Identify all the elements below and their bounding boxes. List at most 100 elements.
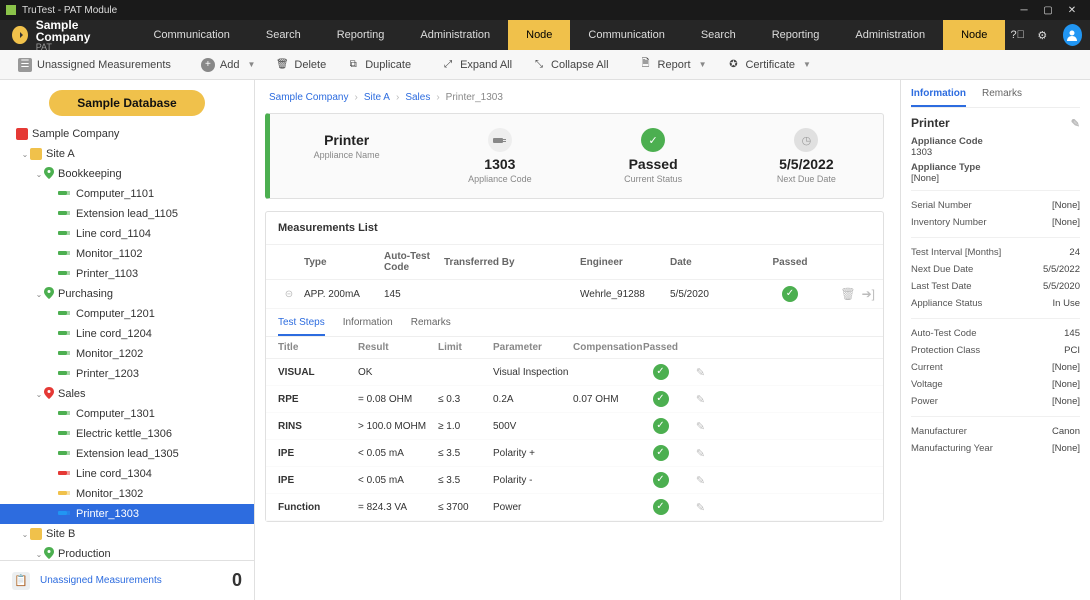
user-avatar[interactable]	[1063, 24, 1082, 46]
tree-item[interactable]: Printer_1203	[0, 364, 254, 384]
nav-communication[interactable]: Communication	[570, 20, 682, 50]
close-button[interactable]: ✕	[1060, 5, 1084, 16]
top-nav: Sample Company PAT CommunicationSearchRe…	[0, 20, 1090, 50]
tree-item[interactable]: Printer_1103	[0, 264, 254, 284]
tree-item[interactable]: Line cord_1304	[0, 464, 254, 484]
chevron-down-icon[interactable]: ⌄	[34, 550, 44, 559]
tree-item[interactable]: ⌄Site A	[0, 144, 254, 164]
tree-item[interactable]: Electric kettle_1306	[0, 424, 254, 444]
unassigned-measurements-button[interactable]: ☰Unassigned Measurements	[8, 50, 181, 79]
duplicate-button[interactable]: ⧉Duplicate	[336, 50, 421, 79]
due-date: 5/5/2022	[730, 156, 883, 172]
info-tab-information[interactable]: Information	[911, 88, 966, 107]
settings-icon[interactable]: ⚙	[1030, 20, 1055, 50]
subtab-information[interactable]: Information	[343, 317, 393, 336]
report-icon: 🗎	[639, 58, 653, 72]
clock-icon: ◷	[794, 128, 818, 152]
tree-item[interactable]: Sample Company	[0, 124, 254, 144]
nav-communication[interactable]: Communication	[135, 20, 247, 50]
chevron-down-icon[interactable]: ⌄	[34, 390, 44, 399]
measurements-header-row: Type Auto-Test Code Transferred By Engin…	[266, 245, 883, 280]
export-row-icon[interactable]: ➔]	[862, 287, 875, 301]
tree-sidebar: Sample Database Sample Company⌄Site A⌄Bo…	[0, 80, 255, 600]
tree-item[interactable]: Monitor_1202	[0, 344, 254, 364]
tree-item[interactable]: Printer_1303	[0, 504, 254, 524]
tree-item[interactable]: ⌄Production	[0, 544, 254, 560]
edit-step-icon[interactable]: ✎	[696, 421, 705, 433]
tree-item[interactable]: Extension lead_1305	[0, 444, 254, 464]
tree-item[interactable]: ⌄Site B	[0, 524, 254, 544]
plug-icon	[58, 228, 72, 240]
chevron-down-icon[interactable]: ⌄	[20, 530, 30, 539]
tree-item[interactable]: ⌄Purchasing	[0, 284, 254, 304]
info-tab-remarks[interactable]: Remarks	[982, 88, 1022, 107]
plus-icon: +	[201, 58, 215, 72]
tree-item[interactable]: Line cord_1104	[0, 224, 254, 244]
breadcrumb-item[interactable]: Sales	[405, 92, 430, 103]
tree-item[interactable]: Monitor_1302	[0, 484, 254, 504]
nav-node[interactable]: Node	[943, 20, 1005, 50]
nav-administration[interactable]: Administration	[837, 20, 943, 50]
nav-reporting[interactable]: Reporting	[754, 20, 838, 50]
subtab-remarks[interactable]: Remarks	[411, 317, 451, 336]
clipboard-icon: 📋	[12, 572, 30, 590]
expand-row-icon[interactable]: ⊝	[285, 289, 293, 300]
nav-search[interactable]: Search	[683, 20, 754, 50]
minimize-button[interactable]: ─	[1012, 5, 1036, 16]
delete-row-icon[interactable]: 🗑	[840, 287, 855, 301]
plug-icon	[58, 348, 72, 360]
help-icon[interactable]: ?⃝	[1005, 20, 1030, 50]
duplicate-icon: ⧉	[346, 58, 360, 72]
collapse-all-button[interactable]: ⤡Collapse All	[522, 50, 618, 79]
report-button[interactable]: 🗎Report▼	[629, 50, 717, 79]
chevron-down-icon[interactable]: ⌄	[34, 170, 44, 179]
brand-logo	[12, 26, 28, 44]
company-name: Sample Company	[36, 19, 124, 43]
nav-node[interactable]: Node	[508, 20, 570, 50]
unassigned-footer[interactable]: 📋 Unassigned Measurements 0	[0, 560, 254, 600]
chevron-down-icon[interactable]: ⌄	[34, 290, 44, 299]
tree-item[interactable]: Computer_1101	[0, 184, 254, 204]
delete-button[interactable]: 🗑Delete	[265, 50, 336, 79]
chevron-down-icon[interactable]: ⌄	[20, 150, 30, 159]
titlebar: TruTest - PAT Module ─ ▢ ✕	[0, 0, 1090, 20]
tree-item[interactable]: Monitor_1102	[0, 244, 254, 264]
breadcrumb-item[interactable]: Sample Company	[269, 92, 348, 103]
nav-search[interactable]: Search	[248, 20, 319, 50]
tree-item[interactable]: ⌄Bookkeeping	[0, 164, 254, 184]
plug-icon	[58, 448, 72, 460]
test-step-row: VISUALOKVisual Inspection✓✎	[266, 359, 883, 386]
measurement-row[interactable]: ⊝ APP. 200mA 145 Wehrle_91288 5/5/2020 ✓…	[266, 280, 883, 309]
breadcrumb-item[interactable]: Site A	[364, 92, 390, 103]
window-title: TruTest - PAT Module	[22, 5, 117, 16]
test-step-row: Function= 824.3 VA≤ 3700Power✓✎	[266, 494, 883, 521]
clipboard-icon: ☰	[18, 58, 32, 72]
certificate-icon: ✪	[726, 58, 740, 72]
edit-step-icon[interactable]: ✎	[696, 367, 705, 379]
edit-step-icon[interactable]: ✎	[696, 502, 705, 514]
location-pin-icon	[44, 387, 54, 402]
tree-item[interactable]: ⌄Sales	[0, 384, 254, 404]
plug-icon	[58, 428, 72, 440]
tree-item[interactable]: Line cord_1204	[0, 324, 254, 344]
subtab-test-steps[interactable]: Test Steps	[278, 317, 325, 336]
passed-icon: ✓	[653, 499, 669, 515]
test-step-row: IPE< 0.05 mA≤ 3.5Polarity -✓✎	[266, 467, 883, 494]
location-pin-icon	[44, 167, 54, 182]
passed-icon: ✓	[653, 472, 669, 488]
nav-administration[interactable]: Administration	[402, 20, 508, 50]
tree-item[interactable]: Computer_1301	[0, 404, 254, 424]
edit-icon[interactable]: ✎	[1071, 117, 1080, 130]
add-button[interactable]: +Add▼	[191, 50, 266, 79]
database-pill[interactable]: Sample Database	[49, 90, 204, 116]
tree-item[interactable]: Computer_1201	[0, 304, 254, 324]
edit-step-icon[interactable]: ✎	[696, 448, 705, 460]
collapse-icon: ⤡	[532, 58, 546, 72]
tree-item[interactable]: Extension lead_1105	[0, 204, 254, 224]
certificate-button[interactable]: ✪Certificate▼	[716, 50, 820, 79]
expand-all-button[interactable]: ⤢Expand All	[431, 50, 522, 79]
nav-reporting[interactable]: Reporting	[319, 20, 403, 50]
edit-step-icon[interactable]: ✎	[696, 475, 705, 487]
maximize-button[interactable]: ▢	[1036, 5, 1060, 16]
edit-step-icon[interactable]: ✎	[696, 394, 705, 406]
